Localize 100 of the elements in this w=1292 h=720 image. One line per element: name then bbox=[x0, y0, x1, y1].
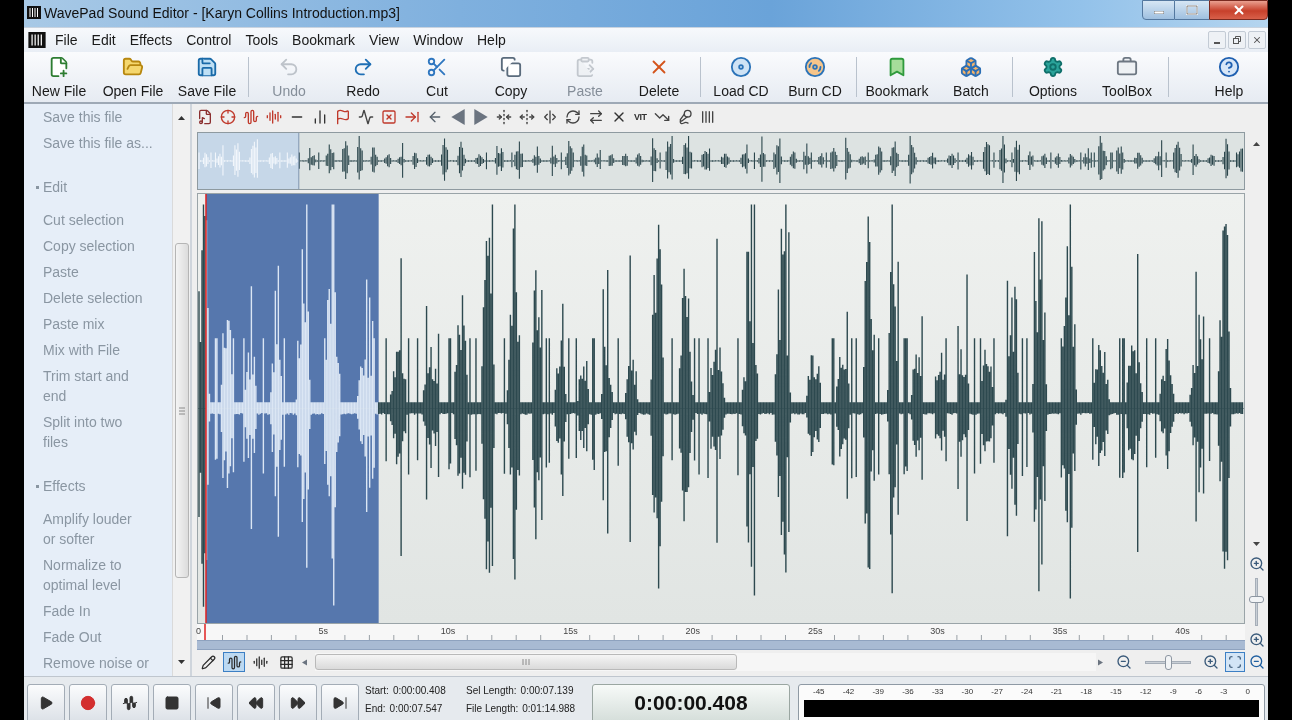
stop-button[interactable] bbox=[153, 684, 191, 720]
separator-arrows-icon[interactable] bbox=[542, 109, 558, 125]
waveform-button[interactable] bbox=[111, 684, 149, 720]
slider-thumb[interactable] bbox=[1164, 654, 1172, 670]
new-file-button[interactable]: New File bbox=[24, 52, 94, 102]
waveform-icon[interactable] bbox=[243, 109, 259, 125]
music-file-icon[interactable] bbox=[197, 109, 213, 125]
redo-button[interactable]: Redo bbox=[328, 52, 398, 102]
tally-marks-icon[interactable] bbox=[699, 109, 716, 125]
zoom-out-icon[interactable] bbox=[1248, 654, 1265, 670]
help-button[interactable]: Help bbox=[1194, 52, 1264, 102]
time-label: 10s bbox=[440, 626, 456, 636]
crosshair-icon[interactable] bbox=[220, 109, 236, 125]
minimize-button[interactable] bbox=[1142, 0, 1175, 20]
view-mode-button[interactable] bbox=[223, 652, 245, 672]
grip-icon bbox=[178, 406, 185, 415]
skip-to-start-button[interactable] bbox=[195, 684, 233, 720]
delete-button[interactable]: Delete bbox=[624, 52, 694, 102]
copy-icon bbox=[500, 56, 522, 78]
fold-arrows-icon[interactable] bbox=[496, 109, 512, 125]
skip-to-end-button[interactable] bbox=[321, 684, 359, 720]
close-button[interactable] bbox=[1209, 0, 1268, 20]
load-cd-button[interactable]: Load CD bbox=[706, 52, 776, 102]
square-x-icon[interactable] bbox=[381, 109, 397, 125]
left-arrow-icon[interactable] bbox=[427, 109, 443, 125]
skip-back-icon bbox=[206, 694, 222, 711]
piano-keys-icon bbox=[27, 6, 41, 19]
slider-thumb[interactable] bbox=[1249, 596, 1264, 604]
menu-item[interactable]: Control bbox=[179, 31, 239, 49]
flag-icon[interactable] bbox=[335, 109, 351, 125]
minimize-button[interactable] bbox=[1208, 31, 1226, 49]
audio-lines-icon[interactable] bbox=[266, 109, 282, 125]
scrollbar-thumb[interactable] bbox=[315, 654, 737, 670]
zoom-fit-button[interactable] bbox=[1225, 652, 1245, 672]
section-header: Edit bbox=[43, 178, 68, 197]
rewind-button[interactable] bbox=[237, 684, 275, 720]
briefcase-icon bbox=[1116, 56, 1138, 78]
waveform-icon bbox=[226, 654, 242, 670]
zoom-in-icon[interactable] bbox=[1248, 632, 1265, 648]
horizontal-scrollbar[interactable] bbox=[315, 653, 1096, 671]
unfold-arrows-icon[interactable] bbox=[519, 109, 535, 125]
scissors-icon bbox=[426, 56, 448, 78]
restore-button[interactable] bbox=[1228, 31, 1246, 49]
right-arrow-icon[interactable] bbox=[1098, 658, 1103, 666]
batch-button[interactable]: Batch bbox=[936, 52, 1006, 102]
menu-item[interactable]: File bbox=[48, 31, 85, 49]
toolbox-button[interactable]: ToolBox bbox=[1092, 52, 1162, 102]
open-file-button[interactable]: Open File bbox=[98, 52, 168, 102]
folder-icon bbox=[122, 56, 144, 78]
sidebar-scrollbar[interactable] bbox=[172, 104, 190, 676]
pulse-line-icon[interactable] bbox=[358, 109, 374, 125]
clipboard-icon bbox=[574, 56, 596, 78]
copy-button[interactable]: Copy bbox=[476, 52, 546, 102]
burn-cd-button[interactable]: Burn CD bbox=[780, 52, 850, 102]
zoom-in-icon[interactable] bbox=[1203, 654, 1219, 670]
down-arrow-icon bbox=[178, 660, 185, 664]
time-label: 30s bbox=[930, 626, 945, 636]
maximize-button[interactable] bbox=[1175, 0, 1209, 20]
left-triangle-icon[interactable] bbox=[450, 109, 466, 125]
vit-button[interactable]: VIT bbox=[634, 109, 647, 125]
swap-arrows-icon[interactable] bbox=[588, 109, 604, 125]
info-value: 0:00:07.139 bbox=[520, 685, 574, 697]
skip-forward-icon bbox=[332, 694, 348, 711]
save-file-button[interactable]: Save File bbox=[172, 52, 242, 102]
up-arrow-icon[interactable] bbox=[1253, 142, 1260, 146]
refresh-icon[interactable] bbox=[565, 109, 581, 125]
bookmark-button[interactable]: Bookmark bbox=[862, 52, 932, 102]
scrollbar-thumb[interactable] bbox=[174, 243, 189, 578]
minimize-icon bbox=[1153, 11, 1164, 14]
maximize-icon bbox=[1186, 5, 1198, 15]
arrow-to-line-icon[interactable] bbox=[404, 109, 420, 125]
record-button[interactable] bbox=[69, 684, 107, 720]
bar-chart-icon[interactable] bbox=[312, 109, 328, 125]
down-arrow-icon[interactable] bbox=[1253, 542, 1260, 546]
meter-scale-label: -45 bbox=[813, 687, 825, 697]
menu-item[interactable]: Window bbox=[406, 31, 470, 49]
undo-arrow-icon bbox=[278, 56, 300, 78]
waveform-overview[interactable] bbox=[198, 133, 1244, 189]
info-label: File Length: bbox=[466, 703, 519, 715]
play-button[interactable] bbox=[27, 684, 65, 720]
menu-item[interactable]: Effects bbox=[122, 31, 180, 49]
time-label: 25s bbox=[807, 626, 823, 636]
right-triangle-icon[interactable] bbox=[473, 109, 489, 125]
zoom-out-icon[interactable] bbox=[1116, 654, 1132, 670]
scan-frame-icon bbox=[1228, 655, 1242, 669]
menu-item[interactable]: Bookmark bbox=[285, 31, 363, 49]
left-arrow-icon[interactable] bbox=[302, 658, 307, 666]
minimize-icon bbox=[1214, 42, 1220, 44]
time-label: 15s bbox=[563, 626, 578, 636]
options-button[interactable]: Options bbox=[1018, 52, 1088, 102]
fast-forward-button[interactable] bbox=[279, 684, 317, 720]
menu-item[interactable]: Help bbox=[470, 31, 513, 49]
info-value: 0:01:14.988 bbox=[522, 703, 576, 715]
file-plus-icon bbox=[48, 56, 70, 78]
cut-button[interactable]: Cut bbox=[402, 52, 472, 102]
menu-item[interactable]: Edit bbox=[84, 31, 123, 49]
menu-item[interactable]: Tools bbox=[238, 31, 286, 49]
waveform[interactable] bbox=[198, 194, 1244, 623]
zoom-in-icon[interactable] bbox=[1248, 556, 1265, 572]
menu-item[interactable]: View bbox=[362, 31, 407, 49]
